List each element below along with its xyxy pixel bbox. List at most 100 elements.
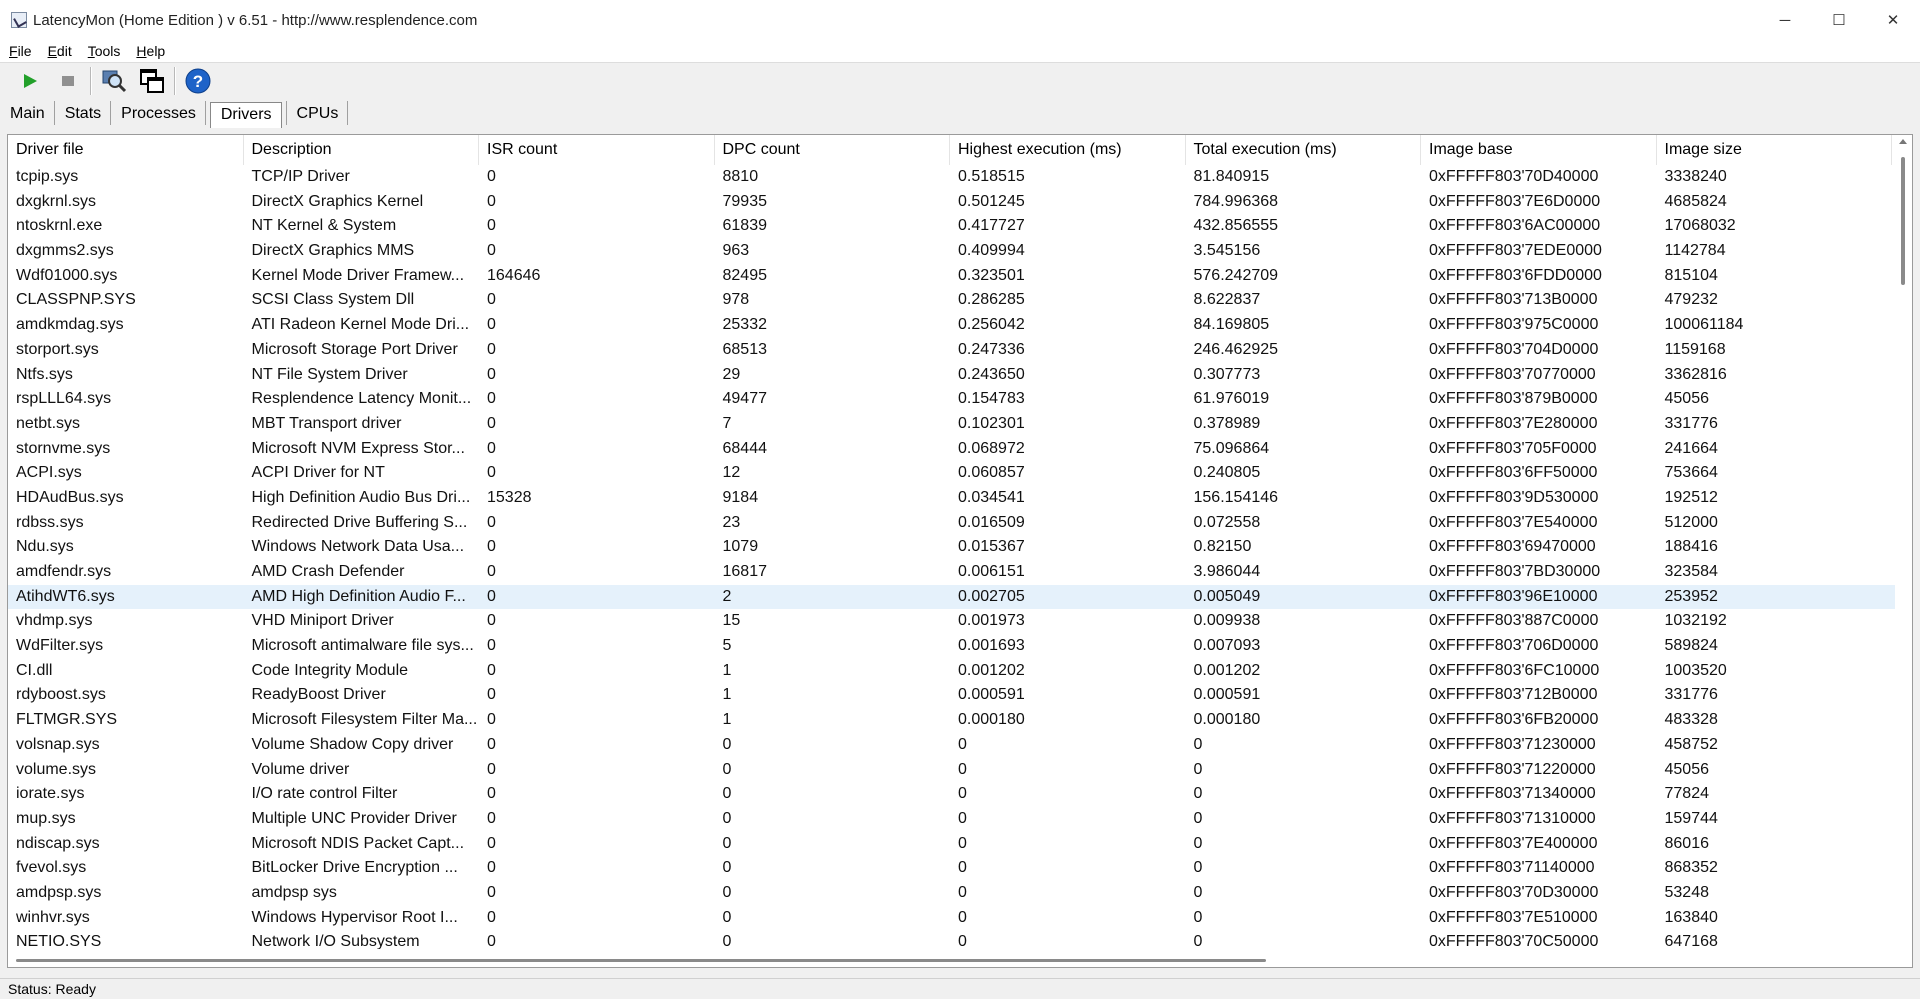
tab-processes[interactable]: Processes <box>111 102 205 128</box>
table-row[interactable]: FLTMGR.SYS Microsoft Filesystem Filter Ma… <box>8 708 1896 733</box>
column-header-driver-file[interactable]: Driver file <box>8 135 244 165</box>
cell-image-base: 0xFFFFF803'879B0000 <box>1429 390 1598 408</box>
cell-highest-execution: 0 <box>958 785 967 803</box>
cell-driver-file: rspLLL64.sys <box>16 390 112 408</box>
table-row[interactable]: ntoskrnl.exe NT Kernel & System 0 61839 0.41… <box>8 214 1896 239</box>
stop-button[interactable] <box>52 65 84 97</box>
table-row[interactable]: WdFilter.sys Microsoft antimalware file s… <box>8 634 1896 659</box>
cell-dpc-count: 7 <box>722 414 732 432</box>
table-row[interactable]: volsnap.sys Volume Shadow Copy driver 0 0 0 0… <box>8 733 1896 758</box>
cell-dpc-count: 79935 <box>722 192 768 210</box>
table-row[interactable]: Ntfs.sys NT File System Driver 0 29 0.243650… <box>8 363 1896 388</box>
table-row[interactable]: iorate.sys I/O rate control Filter 0 0 0 0 0xF… <box>8 782 1896 807</box>
cell-total-execution: 0.000180 <box>1193 711 1261 729</box>
cell-description: DirectX Graphics Kernel <box>251 192 424 210</box>
table-row[interactable]: ACPI.sys ACPI Driver for NT 0 12 0.060857 0.2… <box>8 461 1896 486</box>
help-button[interactable]: ? <box>182 65 214 97</box>
cell-highest-execution: 0 <box>958 809 967 827</box>
tab-stats[interactable]: Stats <box>55 102 110 128</box>
column-header-image-size[interactable]: Image size <box>1657 135 1892 165</box>
table-row[interactable]: winhvr.sys Windows Hypervisor Root I... 0 0… <box>8 906 1896 931</box>
minimize-button[interactable]: ─ <box>1758 0 1812 40</box>
table-row[interactable]: fvevol.sys BitLocker Drive Encryption ...… <box>8 856 1896 881</box>
table-row[interactable]: rspLLL64.sys Resplendence Latency Monit..… <box>8 387 1896 412</box>
table-row[interactable]: tcpip.sys TCP/IP Driver 0 8810 0.518515 81.84… <box>8 165 1896 190</box>
cell-total-execution: 0 <box>1193 735 1203 753</box>
table-row[interactable]: HDAudBus.sys High Definition Audio Bus Dr… <box>8 486 1896 511</box>
menu-help[interactable]: Help <box>129 43 172 59</box>
cell-total-execution: 0.240805 <box>1193 464 1261 482</box>
table-row[interactable]: rdyboost.sys ReadyBoost Driver 0 1 0.000591 0… <box>8 683 1896 708</box>
cell-highest-execution: 0.034541 <box>958 488 1025 506</box>
table-row[interactable]: rdbss.sys Redirected Drive Buffering S...… <box>8 511 1896 536</box>
cell-total-execution: 156.154146 <box>1193 488 1279 506</box>
table-row[interactable]: Wdf01000.sys Kernel Mode Driver Framew...… <box>8 264 1896 289</box>
menu-file[interactable]: File <box>2 43 39 59</box>
table-row[interactable]: mup.sys Multiple UNC Provider Driver 0 0 0 0 0… <box>8 807 1896 832</box>
table-row[interactable]: amdfendr.sys AMD Crash Defender 0 16817 0.00… <box>8 560 1896 585</box>
cell-image-base: 0xFFFFF803'7E400000 <box>1429 834 1598 852</box>
scroll-up-icon[interactable] <box>1899 139 1907 144</box>
table-row[interactable]: ndiscap.sys Microsoft NDIS Packet Capt...… <box>8 832 1896 857</box>
cell-image-size: 241664 <box>1664 439 1718 457</box>
table-row[interactable]: amdpsp.sys amdpsp sys 0 0 0 0 0xFFFFF803'70D30… <box>8 881 1896 906</box>
table-row[interactable]: volume.sys Volume driver 0 0 0 0 0xFFFFF803'71… <box>8 758 1896 783</box>
cell-isr-count: 0 <box>487 686 496 704</box>
cell-dpc-count: 0 <box>722 809 732 827</box>
column-header-description[interactable]: Description <box>244 135 479 165</box>
table-row[interactable]: stornvme.sys Microsoft NVM Express Stor..… <box>8 437 1896 462</box>
table-body: tcpip.sys TCP/IP Driver 0 8810 0.518515 81.84… <box>8 165 1896 955</box>
cell-image-size: 163840 <box>1664 908 1718 926</box>
table-row[interactable]: amdkmdag.sys ATI Radeon Kernel Mode Dri..… <box>8 313 1896 338</box>
table-row[interactable]: CLASSPNP.SYS SCSI Class System Dll 0 978 0.2… <box>8 288 1896 313</box>
horizontal-scroll-thumb[interactable] <box>16 959 1266 962</box>
cell-total-execution: 0.000591 <box>1193 686 1261 704</box>
table-row[interactable]: Ndu.sys Windows Network Data Usa... 0 1079 0… <box>8 535 1896 560</box>
table-row[interactable]: dxgmms2.sys DirectX Graphics MMS 0 963 0.409… <box>8 239 1896 264</box>
table-row[interactable]: CI.dll Code Integrity Module 0 1 0.001202 0.0… <box>8 659 1896 684</box>
vertical-scrollbar[interactable] <box>1895 135 1912 949</box>
close-icon: ✕ <box>1886 12 1900 29</box>
cell-driver-file: iorate.sys <box>16 785 85 803</box>
search-button[interactable] <box>98 65 130 97</box>
cell-dpc-count: 16817 <box>722 563 768 580</box>
cell-description: Resplendence Latency Monit... <box>251 390 472 408</box>
cell-total-execution: 0.82150 <box>1193 538 1252 556</box>
cell-image-size: 192512 <box>1664 488 1718 506</box>
cell-image-size: 458752 <box>1664 735 1718 753</box>
app-icon <box>11 12 27 28</box>
cell-image-size: 753664 <box>1664 464 1718 482</box>
column-header-total-execution[interactable]: Total execution (ms) <box>1186 135 1421 165</box>
table-row[interactable]: vhdmp.sys VHD Miniport Driver 0 15 0.001973 0… <box>8 609 1896 634</box>
vertical-scroll-thumb[interactable] <box>1901 157 1905 285</box>
table-row[interactable]: storport.sys Microsoft Storage Port Drive… <box>8 338 1896 363</box>
toolbar-separator <box>90 67 92 95</box>
close-button[interactable]: ✕ <box>1866 0 1920 40</box>
column-header-image-base[interactable]: Image base <box>1421 135 1657 165</box>
column-header-highest-execution[interactable]: Highest execution (ms) <box>950 135 1186 165</box>
menu-bar: File Edit Tools Help <box>0 40 1920 62</box>
windows-button[interactable] <box>136 65 168 97</box>
cell-description: Multiple UNC Provider Driver <box>251 809 457 827</box>
table-row[interactable]: AtihdWT6.sys AMD High Definition Audio F.… <box>8 584 1896 610</box>
tab-drivers[interactable]: Drivers <box>209 102 282 128</box>
tab-main[interactable]: Main <box>0 102 54 128</box>
column-header-dpc-count[interactable]: DPC count <box>715 135 950 165</box>
cell-image-size: 77824 <box>1664 785 1710 803</box>
horizontal-scrollbar[interactable] <box>8 949 1896 967</box>
menu-tools[interactable]: Tools <box>81 43 128 59</box>
tab-cpus[interactable]: CPUs <box>287 102 348 128</box>
maximize-button[interactable]: ☐ <box>1812 0 1866 40</box>
table-row[interactable]: netbt.sys MBT Transport driver 0 7 0.102301 0… <box>8 412 1896 437</box>
menu-edit[interactable]: Edit <box>41 43 79 59</box>
cell-total-execution: 0 <box>1193 908 1203 926</box>
table-row[interactable]: dxgkrnl.sys DirectX Graphics Kernel 0 79935… <box>8 190 1896 215</box>
cell-highest-execution: 0 <box>958 760 967 778</box>
cell-image-base: 0xFFFFF803'7E280000 <box>1429 414 1598 432</box>
cell-description: High Definition Audio Bus Dri... <box>251 488 471 506</box>
cell-dpc-count: 1 <box>722 711 732 729</box>
start-button[interactable] <box>14 65 46 97</box>
cell-dpc-count: 1079 <box>722 538 759 556</box>
column-header-isr-count[interactable]: ISR count <box>479 135 715 165</box>
cell-highest-execution: 0.002705 <box>958 587 1025 605</box>
